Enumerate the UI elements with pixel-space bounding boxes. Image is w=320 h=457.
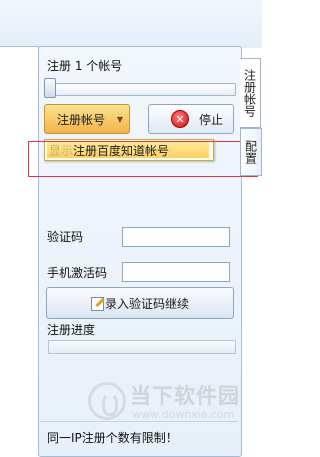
captcha-input[interactable]	[122, 227, 230, 247]
register-account-button[interactable]: 注册帐号 ▼	[44, 104, 130, 134]
tab-config[interactable]: 配置	[240, 128, 262, 176]
tab-register-account[interactable]: 注册帐号	[240, 58, 261, 128]
submit-captcha-label: 录入验证码继续	[104, 296, 189, 311]
account-count-slider-thumb[interactable]	[44, 78, 56, 98]
footer-divider	[40, 421, 238, 422]
progress-label: 注册进度	[47, 323, 96, 337]
phone-code-input[interactable]	[122, 262, 230, 282]
submit-captcha-button[interactable]: 录入验证码继续	[46, 287, 234, 319]
watermark-emblem-icon	[88, 382, 126, 420]
stop-button[interactable]: ✕ 停止	[148, 104, 234, 134]
watermark-title: 当下软件园	[130, 384, 240, 408]
window-top-strip	[0, 0, 262, 48]
watermark-url: www.downxia.com	[132, 408, 235, 421]
footer-note: 同一IP注册个数有限制！	[47, 431, 178, 445]
left-content-pane	[0, 46, 39, 456]
stop-icon: ✕	[171, 110, 189, 128]
register-progress-bar	[48, 340, 236, 354]
phone-code-label: 手机激活码	[47, 266, 108, 280]
register-account-label: 注册帐号	[57, 112, 106, 127]
account-count-label: 注册 1 个帐号	[47, 59, 123, 73]
captcha-label: 验证码	[47, 230, 84, 244]
account-count-slider-track[interactable]	[48, 83, 236, 96]
highlight-annotation-box	[28, 141, 258, 177]
chevron-down-icon[interactable]: ▼	[117, 115, 123, 124]
stop-button-label: 停止	[199, 112, 224, 127]
edit-document-icon	[90, 296, 105, 311]
